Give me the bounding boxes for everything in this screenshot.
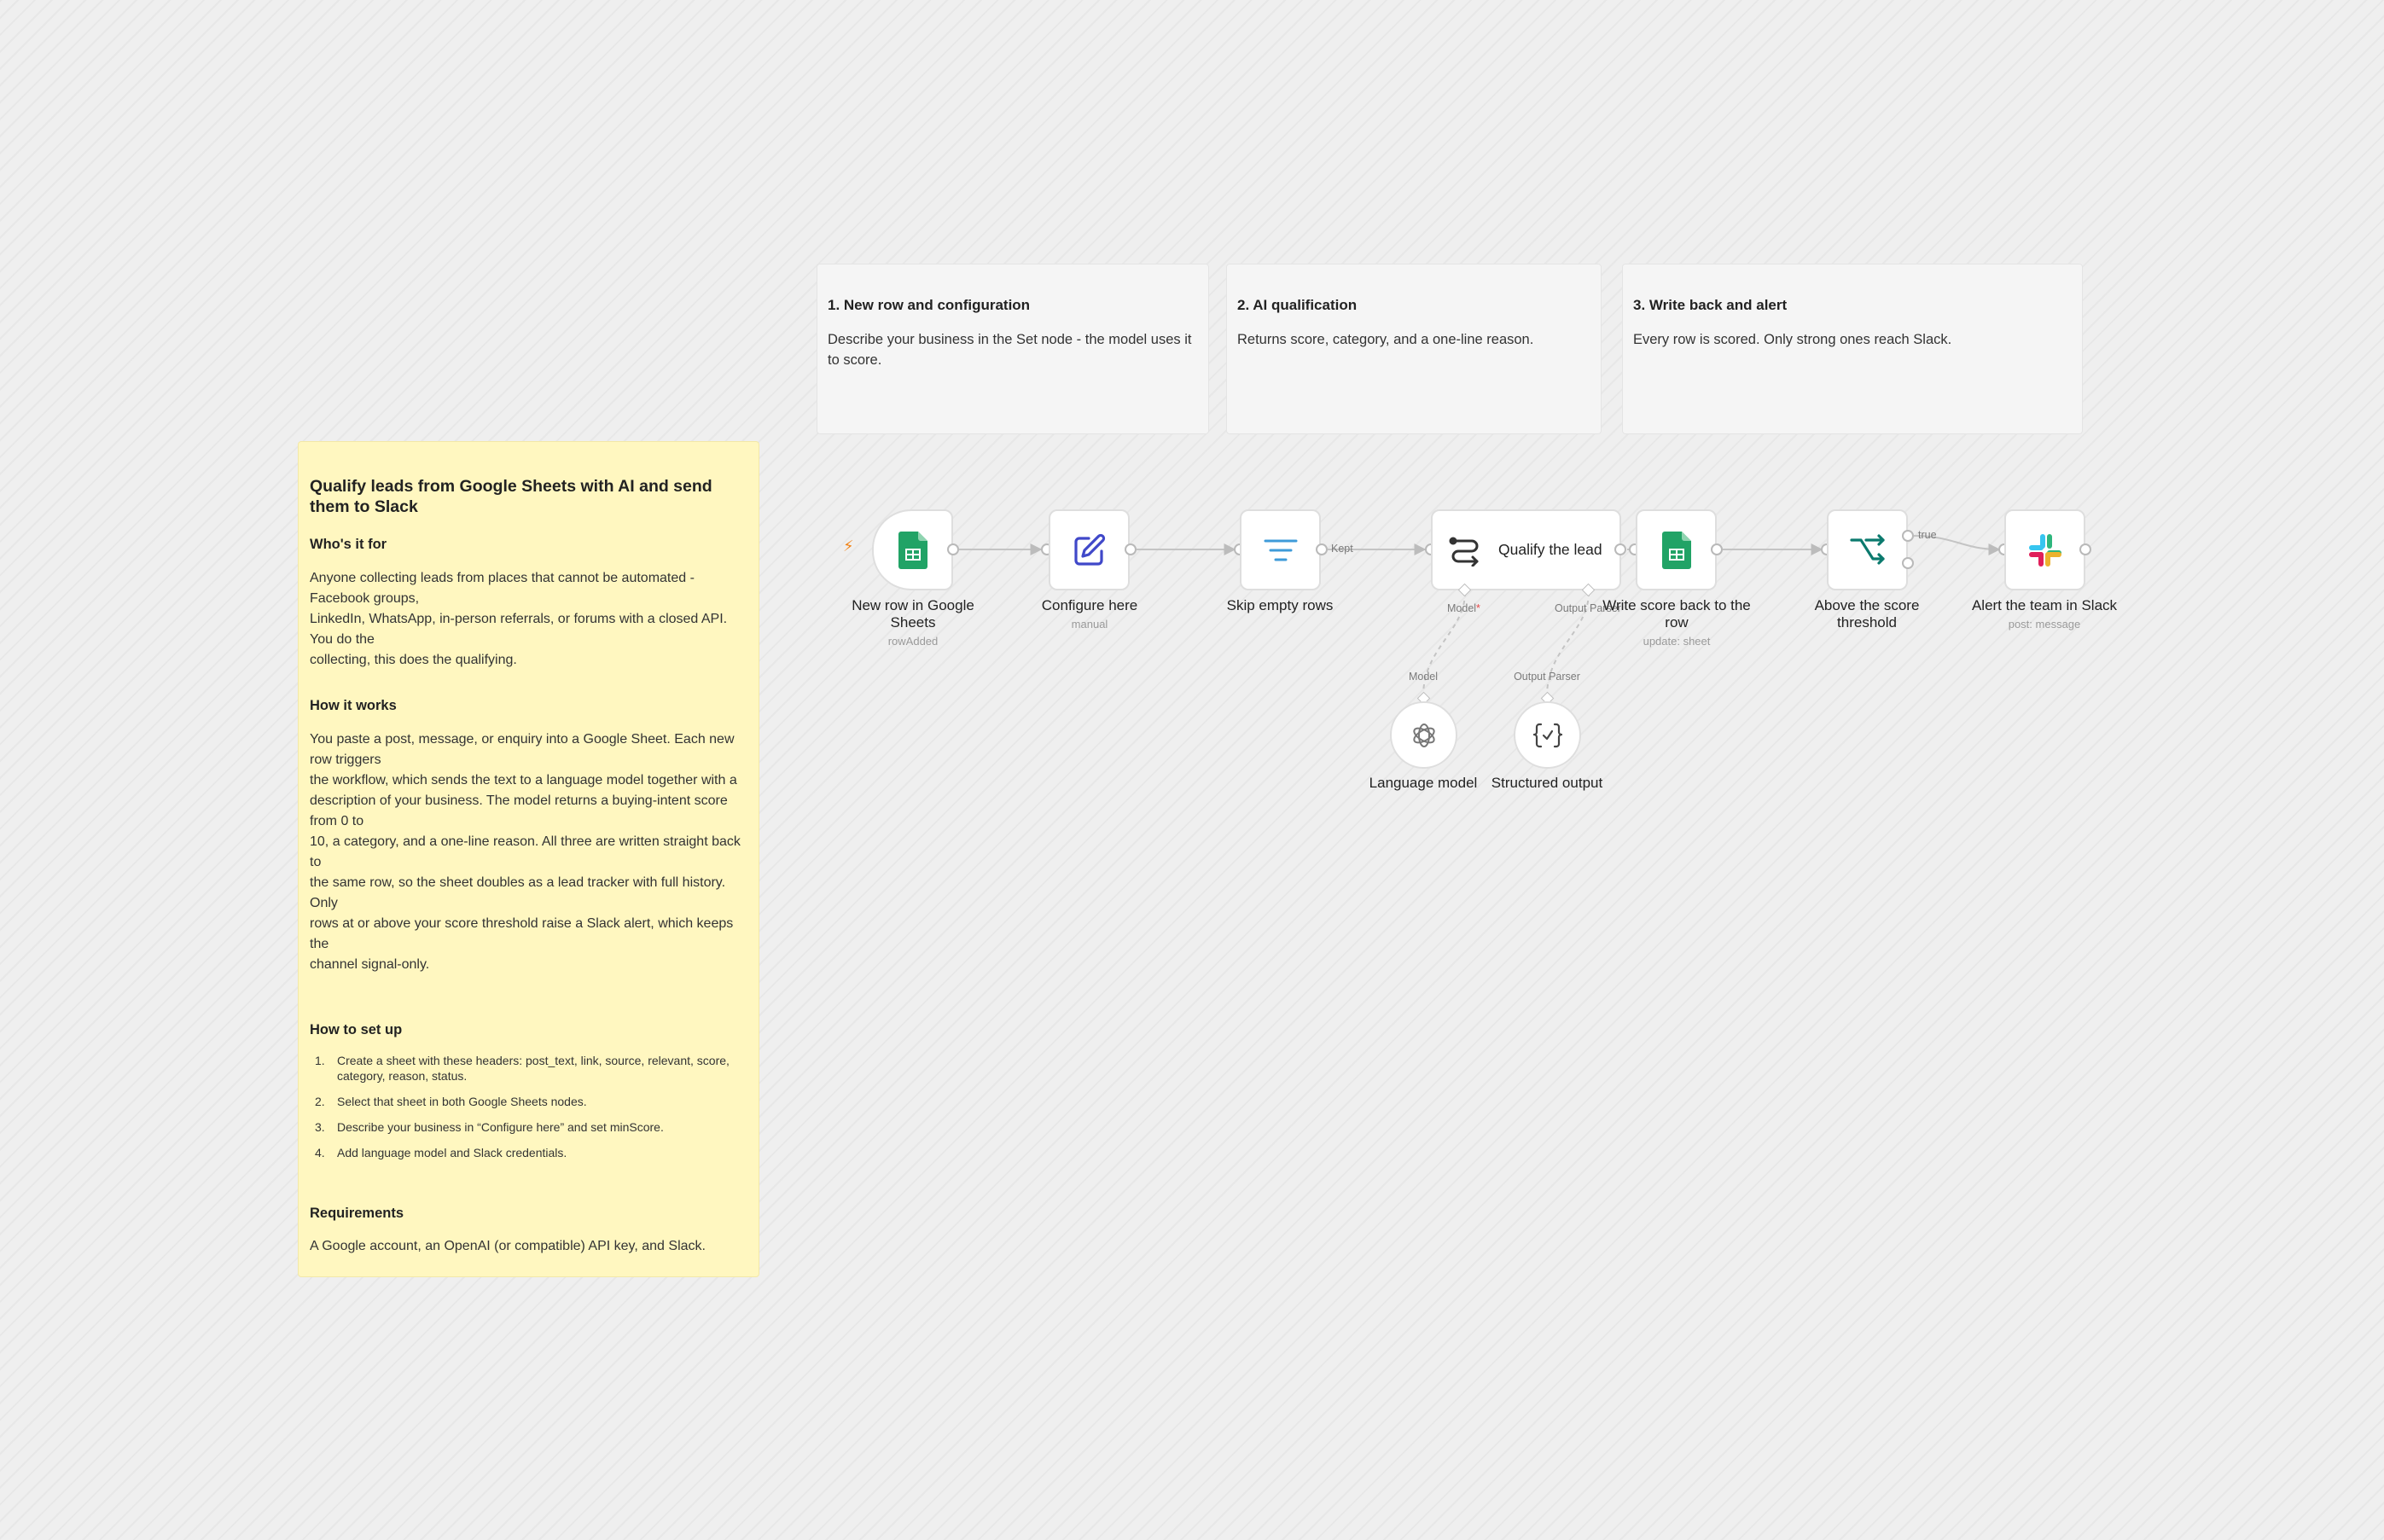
- setup-step: 4. Add language model and Slack credentia…: [315, 1146, 567, 1159]
- section-title: 1. New row and configuration: [828, 297, 1031, 313]
- section-note-2[interactable]: 2. AI qualification Returns score, categ…: [1226, 264, 1602, 434]
- setup-step: 3. Describe your business in “Configure h…: [315, 1120, 664, 1134]
- google-sheets-icon: [1661, 531, 1691, 569]
- node-new-row-trigger[interactable]: [872, 509, 953, 590]
- node-subtitle: manual: [1071, 618, 1108, 631]
- node-configure-here[interactable]: [1049, 509, 1130, 590]
- slack-output-port[interactable]: [2079, 543, 2091, 555]
- section-note-1[interactable]: 1. New row and configuration Describe yo…: [817, 264, 1209, 434]
- node-label: Write score back to the row: [1602, 597, 1751, 631]
- node-label: Skip empty rows: [1226, 597, 1334, 613]
- section-body: Describe your business in the Set node -…: [828, 332, 1192, 368]
- if-false-port[interactable]: [1902, 557, 1914, 569]
- model-input-label: Model: [1408, 671, 1439, 683]
- write-output-port[interactable]: [1711, 543, 1723, 555]
- openai-icon: [1412, 723, 1435, 747]
- setup-steps: 1. Create a sheet with these headers: pos…: [310, 1053, 753, 1171]
- if-branch-icon: [1849, 533, 1885, 565]
- overview-note[interactable]: Qualify leads from Google Sheets with AI…: [298, 441, 759, 1277]
- filter-output-port[interactable]: [1316, 543, 1328, 555]
- trigger-bolt-icon: ⚡: [843, 538, 854, 555]
- setup-step: 1. Create a sheet with these headers: pos…: [315, 1054, 730, 1083]
- section-body: Returns score, category, and a one-line …: [1237, 332, 1534, 347]
- true-branch-label: true: [1918, 529, 1937, 541]
- agent-output-port[interactable]: [1614, 543, 1626, 555]
- filter-icon: [1264, 539, 1297, 561]
- setup-heading: How to set up: [310, 1022, 403, 1037]
- section-title: 2. AI qualification: [1237, 297, 1358, 313]
- node-label: New row in Google Sheets: [852, 597, 974, 631]
- who-text: Anyone collecting leads from places that…: [310, 571, 728, 667]
- configure-output-port[interactable]: [1125, 543, 1137, 555]
- note-title: Qualify leads from Google Sheets with AI…: [310, 477, 712, 516]
- google-sheets-icon: [898, 531, 927, 569]
- section-note-3[interactable]: 3. Write back and alert Every row is sco…: [1622, 264, 2083, 434]
- node-label: Structured output: [1491, 775, 1603, 791]
- if-true-port[interactable]: [1902, 530, 1914, 542]
- trigger-output-port[interactable]: [947, 543, 959, 555]
- node-label: Above the score threshold: [1814, 597, 1920, 631]
- how-text: You paste a post, message, or enquiry in…: [310, 732, 741, 972]
- node-structured-output[interactable]: [1514, 701, 1581, 769]
- node-language-model[interactable]: [1390, 701, 1457, 769]
- node-skip-empty-rows[interactable]: [1240, 509, 1321, 590]
- node-subtitle: rowAdded: [887, 635, 939, 648]
- edit-pencil-icon: [1073, 533, 1105, 566]
- parser-input-label: Output Parser: [1514, 671, 1580, 683]
- ai-agent-icon: [1449, 537, 1479, 567]
- node-label: Configure here: [1041, 597, 1138, 613]
- node-alert-slack[interactable]: [2004, 509, 2085, 590]
- model-port-label: Model*: [1447, 602, 1480, 614]
- who-heading: Who's it for: [310, 537, 387, 552]
- requirements-heading: Requirements: [310, 1206, 404, 1221]
- json-braces-icon: [1532, 723, 1562, 747]
- node-above-threshold[interactable]: [1827, 509, 1908, 590]
- kept-branch-label: Kept: [1331, 543, 1353, 555]
- setup-step: 2. Select that sheet in both Google Sheet…: [315, 1095, 587, 1108]
- node-label: Qualify the lead: [1498, 541, 1602, 558]
- how-heading: How it works: [310, 698, 397, 713]
- node-subtitle: update: sheet: [1643, 635, 1711, 648]
- section-title: 3. Write back and alert: [1633, 297, 1788, 313]
- node-label: Alert the team in Slack: [1971, 597, 2118, 613]
- section-body: Every row is scored. Only strong ones re…: [1633, 332, 1952, 347]
- slack-icon: [2028, 533, 2061, 567]
- requirements-text: A Google account, an OpenAI (or compatib…: [310, 1239, 706, 1253]
- node-write-score-back[interactable]: [1636, 509, 1717, 590]
- node-subtitle: post: message: [2008, 618, 2081, 631]
